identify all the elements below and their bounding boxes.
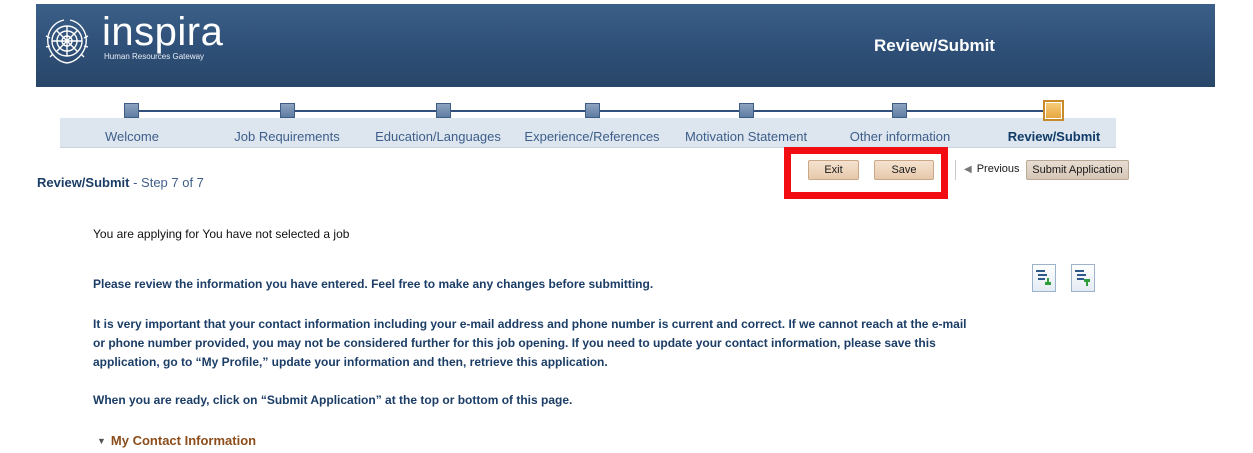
app-header: inspira Human Resources Gateway Review/S…: [36, 4, 1215, 87]
tab-welcome[interactable]: Welcome: [105, 129, 159, 144]
page-title: Review/Submit - Step 7 of 7: [37, 175, 204, 190]
expand-all-button[interactable]: [1032, 264, 1056, 292]
applying-for-text: You are applying for You have not select…: [93, 227, 350, 241]
step-indicator: - Step 7 of 7: [133, 175, 204, 190]
tab-review-submit[interactable]: Review/Submit: [1008, 129, 1100, 144]
tab-job-requirements[interactable]: Job Requirements: [234, 129, 340, 144]
collapse-all-icon: [1075, 270, 1090, 286]
step-node-review-submit[interactable]: [1043, 100, 1064, 121]
previous-button[interactable]: ◀ Previous: [955, 160, 1028, 180]
step-node-welcome[interactable]: [124, 103, 139, 118]
step-node-job-requirements[interactable]: [280, 103, 295, 118]
contact-instructions: It is very important that your contact i…: [93, 317, 967, 369]
submit-instructions: When you are ready, click on “Submit App…: [93, 393, 573, 407]
collapse-all-button[interactable]: [1071, 264, 1095, 292]
submit-application-button[interactable]: Submit Application: [1026, 160, 1129, 180]
section-my-contact-information[interactable]: ▼ My Contact Information: [97, 433, 256, 448]
step-node-other-information[interactable]: [892, 103, 907, 118]
tab-other-information[interactable]: Other information: [850, 129, 950, 144]
previous-label: Previous: [976, 163, 1020, 175]
header-title-wrap: Review/Submit: [36, 36, 1215, 56]
tab-motivation-statement[interactable]: Motivation Statement: [685, 129, 807, 144]
review-instructions: Please review the information you have e…: [93, 277, 654, 291]
step-node-motivation-statement[interactable]: [739, 103, 754, 118]
header-title: Review/Submit: [874, 36, 995, 55]
step-node-experience-references[interactable]: [585, 103, 600, 118]
chevron-left-icon: ◀: [964, 164, 972, 175]
triangle-down-icon: ▼: [97, 436, 106, 446]
section-title: My Contact Information: [110, 433, 257, 448]
tab-experience-references[interactable]: Experience/References: [524, 129, 659, 144]
page-title-text: Review/Submit: [37, 175, 130, 190]
highlight-annotation: [784, 147, 948, 199]
tab-education-languages[interactable]: Education/Languages: [375, 129, 501, 144]
progress-stepper: Welcome Job Requirements Education/Langu…: [60, 100, 1116, 148]
expand-all-icon: [1036, 270, 1051, 285]
step-node-education-languages[interactable]: [436, 103, 451, 118]
